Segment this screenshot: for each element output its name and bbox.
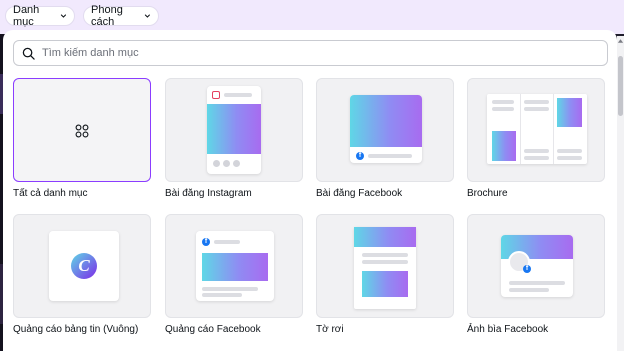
category-thumbnail: [13, 78, 151, 182]
preview-text-line: [368, 154, 412, 158]
preview-image: [557, 98, 582, 127]
preview-text-line: [492, 107, 514, 111]
category-label: Bài đăng Facebook: [316, 188, 403, 199]
style-filter-button[interactable]: Phong cách: [83, 4, 159, 28]
category-thumbnail: [467, 78, 605, 182]
category-label: Tờ rơi: [316, 324, 344, 335]
scroll-up-icon[interactable]: [617, 38, 624, 44]
category-search-input[interactable]: [42, 47, 607, 59]
category-label: Quảng cáo bảng tin (Vuông): [13, 324, 139, 335]
preview-image: [207, 104, 261, 154]
grid-icon: [75, 124, 89, 138]
chevron-down-icon: [60, 14, 67, 18]
category-dropdown-panel: Tất cả danh mục Bài đăng Instagram f Bài…: [3, 30, 617, 351]
category-card-feed-ad-square[interactable]: C Quảng cáo bảng tin (Vuông): [13, 214, 151, 335]
preview-text-line: [202, 293, 242, 297]
preview-text-line: [509, 281, 565, 285]
preview-text-line: [492, 100, 514, 104]
category-thumbnail: [316, 214, 454, 318]
category-filter-button[interactable]: Danh mục: [5, 4, 75, 28]
instagram-post-preview: [207, 86, 261, 174]
category-card-instagram-post[interactable]: Bài đăng Instagram: [165, 78, 303, 199]
category-label: Bài đăng Instagram: [165, 188, 252, 199]
preview-dot: [223, 160, 230, 167]
category-filter-label: Danh mục: [13, 4, 40, 28]
preview-text-line: [224, 93, 252, 97]
search-icon: [22, 47, 35, 60]
preview-image: [350, 95, 422, 147]
facebook-ad-preview: f: [196, 231, 274, 301]
category-thumbnail: f: [467, 214, 605, 318]
chevron-down-icon: [145, 14, 151, 18]
canva-logo-icon: C: [71, 253, 97, 279]
facebook-icon: f: [523, 265, 531, 273]
category-card-facebook-cover[interactable]: f Ảnh bìa Facebook: [467, 214, 605, 335]
square-ad-preview: C: [49, 231, 119, 301]
preview-text-line: [202, 287, 258, 291]
preview-image: [202, 253, 268, 281]
fold-line: [553, 94, 554, 164]
category-thumbnail: [165, 78, 303, 182]
style-filter-label: Phong cách: [91, 4, 123, 28]
preview-text-line: [557, 149, 582, 153]
category-thumbnail: f: [316, 78, 454, 182]
fold-line: [520, 94, 521, 164]
scrollbar[interactable]: [617, 36, 624, 351]
facebook-post-preview: f: [350, 95, 422, 163]
preview-text-line: [509, 288, 549, 292]
preview-image: [492, 131, 516, 161]
facebook-cover-preview: f: [501, 235, 573, 297]
scrollbar-thumb[interactable]: [618, 56, 623, 116]
preview-text-line: [524, 156, 549, 160]
brochure-preview: [487, 94, 587, 164]
instagram-icon: [212, 91, 220, 99]
category-label: Quảng cáo Facebook: [165, 324, 261, 335]
preview-image: [354, 227, 416, 247]
facebook-icon: f: [356, 152, 364, 160]
facebook-icon: f: [202, 238, 210, 246]
flyer-preview: [354, 227, 416, 309]
category-label: Brochure: [467, 188, 508, 199]
category-card-brochure[interactable]: Brochure: [467, 78, 605, 199]
preview-text-line: [362, 253, 408, 257]
preview-text-line: [362, 260, 408, 264]
category-card-facebook-post[interactable]: f Bài đăng Facebook: [316, 78, 454, 199]
category-search-box[interactable]: [13, 40, 608, 66]
preview-text-line: [214, 240, 240, 244]
preview-dot: [233, 160, 240, 167]
category-card-flyer[interactable]: Tờ rơi: [316, 214, 454, 335]
preview-text-line: [524, 149, 549, 153]
preview-text-line: [524, 107, 549, 111]
preview-text-line: [524, 100, 549, 104]
category-thumbnail: f: [165, 214, 303, 318]
category-card-all[interactable]: Tất cả danh mục: [13, 78, 151, 199]
category-label: Tất cả danh mục: [13, 188, 88, 199]
preview-dot: [213, 160, 220, 167]
filter-bar: Danh mục Phong cách: [0, 0, 624, 34]
category-card-facebook-ad[interactable]: f Quảng cáo Facebook: [165, 214, 303, 335]
category-thumbnail: C: [13, 214, 151, 318]
preview-text-line: [557, 156, 582, 160]
category-label: Ảnh bìa Facebook: [467, 324, 549, 335]
preview-image: [362, 271, 408, 297]
